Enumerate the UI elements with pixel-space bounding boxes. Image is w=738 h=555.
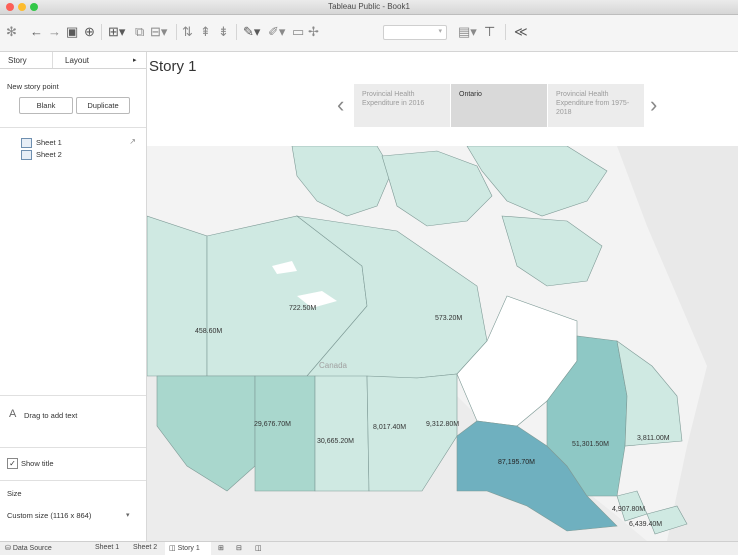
value-label-new-brunswick: 4,907.80M xyxy=(612,506,645,513)
toolbar-divider xyxy=(101,24,102,40)
country-label: Canada xyxy=(319,361,348,370)
story-point-2[interactable]: Ontario xyxy=(451,84,547,127)
size-dropdown[interactable]: Custom size (1116 x 864) xyxy=(7,511,91,520)
show-title-checkbox[interactable]: ✓ xyxy=(7,458,18,469)
value-label-nunavut: 573.20M xyxy=(435,315,462,322)
redo-icon[interactable]: → xyxy=(48,24,61,40)
window-title: Tableau Public - Book1 xyxy=(328,2,410,11)
data-source-tab[interactable]: ⛁ Data Source xyxy=(5,544,52,552)
sheet-name: Sheet 2 xyxy=(36,150,62,159)
story-point-1[interactable]: Provincial Health Expenditure in 2016 xyxy=(354,84,450,127)
sheet-tab-bar: ⛁ Data Source Sheet 1 Sheet 2 ◫ Story 1 … xyxy=(0,541,738,555)
value-label-quebec: 51,301.50M xyxy=(572,441,609,448)
duplicate-sheet-icon[interactable]: ⧉ xyxy=(135,24,144,40)
divider xyxy=(0,447,146,448)
toolbar-divider xyxy=(176,24,177,40)
labels-icon[interactable]: ▭ xyxy=(292,24,304,40)
story-point-label: Ontario xyxy=(459,91,482,98)
tab-story[interactable]: Story xyxy=(8,56,27,65)
tab-layout[interactable]: Layout xyxy=(65,56,89,65)
show-cards-icon[interactable]: ▤▾ xyxy=(458,24,477,40)
sheet-name: Sheet 1 xyxy=(36,138,62,147)
save-icon[interactable]: ▣ xyxy=(66,24,78,40)
story-point-3[interactable]: Provincial Health Expenditure from 1975-… xyxy=(548,84,644,127)
duplicate-button[interactable]: Duplicate xyxy=(76,97,130,114)
size-label: Size xyxy=(7,489,22,498)
fix-axes-icon[interactable]: ✢ xyxy=(308,24,319,40)
value-label-newfoundland: 3,811.00M xyxy=(637,435,670,442)
story-canvas: Story 1 ‹ Provincial Health Expenditure … xyxy=(147,52,738,541)
new-worksheet-icon[interactable]: ⊞▾ xyxy=(108,24,125,40)
story-icon: ◫ xyxy=(169,545,178,552)
blank-button[interactable]: Blank xyxy=(19,97,73,114)
highlight-icon[interactable]: ✎▾ xyxy=(243,24,260,40)
toolbar-divider xyxy=(236,24,237,40)
swap-icon[interactable]: ⇅ xyxy=(182,24,193,40)
sheet-list-item[interactable]: Sheet 2 xyxy=(21,149,121,161)
divider xyxy=(0,127,146,128)
undo-icon[interactable]: ← xyxy=(30,24,43,40)
value-label-saskatchewan: 8,017.40M xyxy=(373,424,406,431)
new-worksheet-icon[interactable]: ⊞ xyxy=(218,544,224,552)
new-data-source-icon[interactable]: ⊕ xyxy=(84,24,95,40)
previous-story-point-button[interactable]: ‹ xyxy=(337,94,344,116)
value-label-manitoba: 9,312.80M xyxy=(426,421,459,428)
chevron-down-icon[interactable]: ▾ xyxy=(126,511,130,519)
fit-select[interactable]: ▾ xyxy=(383,25,447,40)
value-label-nova-scotia: 6,439.40M xyxy=(629,521,662,528)
worksheet-icon xyxy=(21,138,32,148)
tab-sheet-2[interactable]: Sheet 2 xyxy=(133,544,157,551)
new-story-point-label: New story point xyxy=(7,82,59,91)
share-icon[interactable]: ≪ xyxy=(514,24,528,40)
group-icon[interactable]: ✐▾ xyxy=(268,24,285,40)
value-label-ontario: 87,195.70M xyxy=(498,459,535,466)
tableau-logo-icon[interactable]: ✻ xyxy=(6,24,17,40)
window-titlebar: Tableau Public - Book1 xyxy=(0,0,738,15)
new-story-icon[interactable]: ◫ xyxy=(255,544,262,552)
show-title-label: Show title xyxy=(21,459,54,468)
value-label-bc: 29,676.70M xyxy=(254,421,291,428)
worksheet-icon xyxy=(21,150,32,160)
toolbar: ✻ ← → ▣ ⊕ ⊞▾ ⧉ ⊟▾ ⇅ ⇞ ⇟ ✎▾ ✐▾ ▭ ✢ ▾ ▤▾ ⊤… xyxy=(0,15,738,52)
story-point-label: Provincial Health Expenditure from 1975-… xyxy=(556,91,630,116)
value-label-alberta: 30,665.20M xyxy=(317,438,354,445)
divider xyxy=(0,395,146,396)
province-saskatchewan[interactable] xyxy=(314,375,370,492)
value-label-nwt: 722.50M xyxy=(289,305,316,312)
panel-menu-icon[interactable]: ▸ xyxy=(133,56,137,64)
drag-text-object[interactable]: Drag to add text xyxy=(24,411,77,420)
database-icon: ⛁ xyxy=(5,545,13,552)
tab-story-1[interactable]: ◫ Story 1 xyxy=(169,544,200,552)
toolbar-divider xyxy=(505,24,506,40)
chevron-down-icon: ▾ xyxy=(438,28,442,35)
story-point-label: Provincial Health Expenditure in 2016 xyxy=(362,91,425,107)
sheet-list-item[interactable]: Sheet 1 ↗ xyxy=(21,137,136,149)
presentation-mode-icon[interactable]: ⊤ xyxy=(484,24,495,40)
panel-tabs: Story Layout ▸ xyxy=(0,52,146,69)
story-side-panel: Story Layout ▸ New story point Blank Dup… xyxy=(0,52,147,541)
sort-descending-icon[interactable]: ⇟ xyxy=(218,24,229,40)
clear-sheet-icon[interactable]: ⊟▾ xyxy=(150,24,167,40)
divider xyxy=(0,480,146,481)
value-label-yukon: 458.60M xyxy=(195,328,222,335)
go-to-sheet-icon[interactable]: ↗ xyxy=(129,137,136,146)
story-title: Story 1 xyxy=(149,58,197,75)
text-icon: A xyxy=(9,408,17,420)
canada-provinces-map[interactable]: Canada 458.60M 722.50M 573.20M 29,676.70… xyxy=(147,146,738,541)
new-dashboard-icon[interactable]: ⊟ xyxy=(236,544,242,552)
province-alberta[interactable] xyxy=(254,375,316,492)
sort-ascending-icon[interactable]: ⇞ xyxy=(200,24,211,40)
province-yukon[interactable] xyxy=(147,215,208,377)
next-story-point-button[interactable]: › xyxy=(650,94,657,116)
tab-sheet-1[interactable]: Sheet 1 xyxy=(95,544,119,551)
